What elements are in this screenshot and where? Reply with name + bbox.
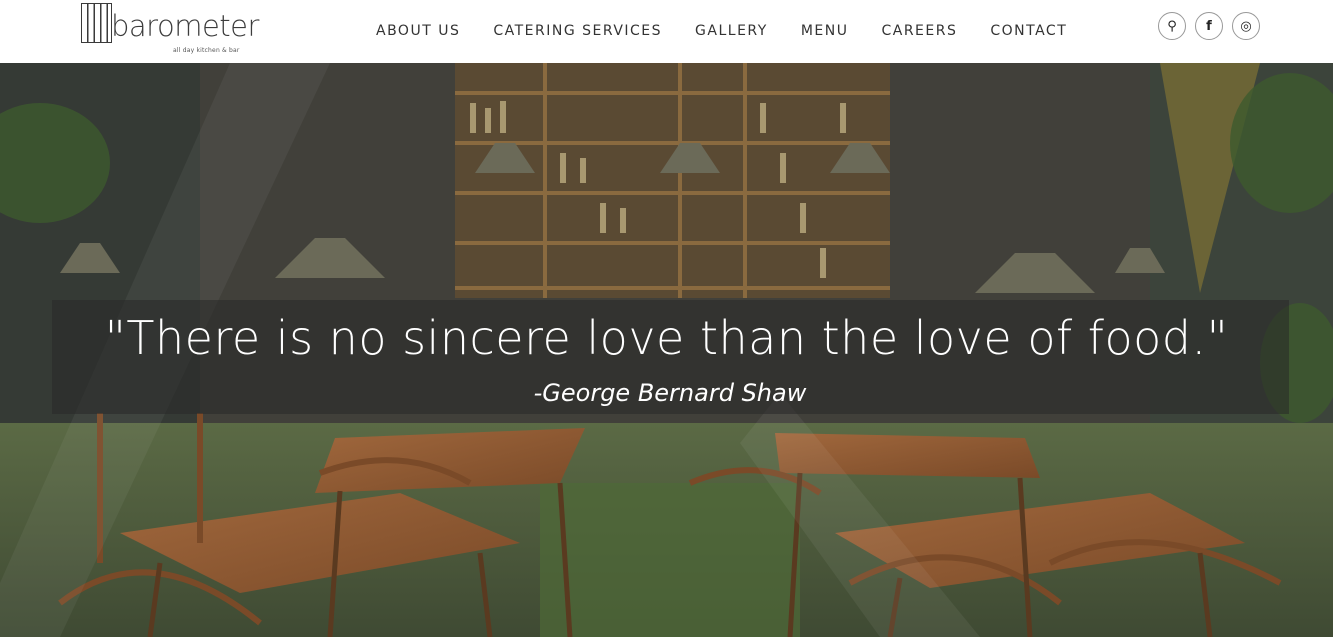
nav-about-us[interactable]: ABOUT US — [376, 20, 460, 42]
logo-wordmark: barometer — [111, 9, 259, 43]
instagram-icon[interactable]: ◎ — [1232, 12, 1260, 40]
nav-careers[interactable]: CAREERS — [881, 20, 957, 42]
hero-quote: "There is no sincere love than the love … — [104, 311, 1229, 365]
map-pin-icon[interactable]: ⚲ — [1158, 12, 1186, 40]
main-nav: ABOUT US CATERING SERVICES GALLERY MENU … — [376, 20, 1100, 42]
site-header: barometer all day kitchen & bar ABOUT US… — [0, 0, 1333, 63]
nav-catering-services[interactable]: CATERING SERVICES — [493, 20, 662, 42]
brand-logo[interactable]: barometer all day kitchen & bar — [81, 3, 259, 58]
nav-menu[interactable]: MENU — [801, 20, 849, 42]
social-links: ⚲ f ◎ — [1158, 12, 1260, 40]
nav-contact[interactable]: CONTACT — [990, 20, 1067, 42]
logo-mark-icon — [81, 3, 112, 43]
facebook-icon[interactable]: f — [1195, 12, 1223, 40]
hero-quote-author: -George Bernard Shaw — [533, 379, 807, 407]
nav-gallery[interactable]: GALLERY — [695, 20, 768, 42]
hero-banner: "There is no sincere love than the love … — [0, 63, 1333, 637]
logo-tagline: all day kitchen & bar — [173, 47, 240, 54]
